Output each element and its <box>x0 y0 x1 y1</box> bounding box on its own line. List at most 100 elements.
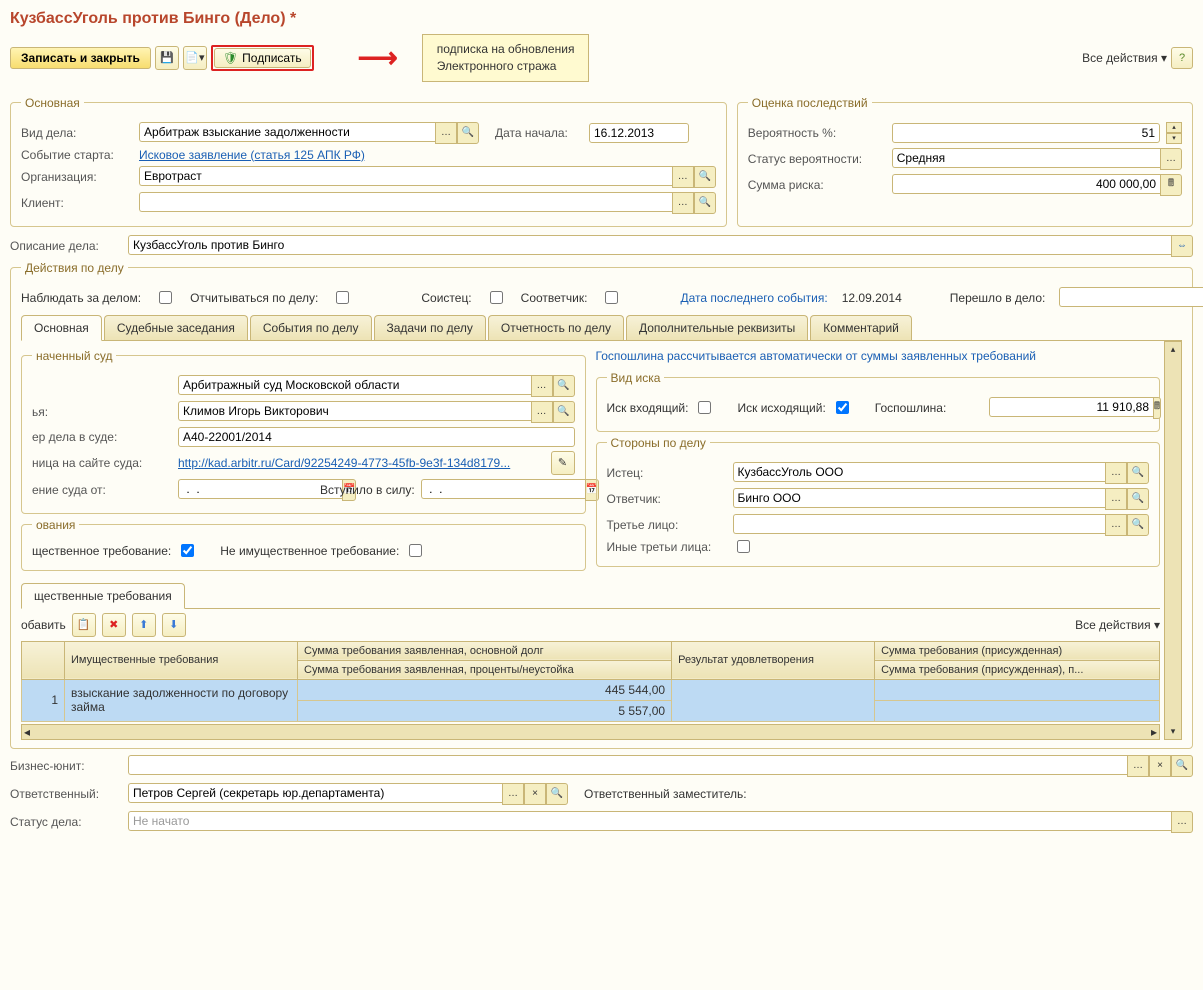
sign-button[interactable]: 🛡 Подписать <box>214 48 311 68</box>
all-actions-button[interactable]: Все действия ▾ <box>1082 51 1167 65</box>
ellipsis-icon[interactable]: … <box>672 166 694 188</box>
expand-icon[interactable]: ⇔ <box>1171 235 1193 257</box>
coplaintiff-checkbox[interactable] <box>490 291 503 304</box>
tab-events[interactable]: События по делу <box>250 315 372 340</box>
ellipsis-icon[interactable]: … <box>502 783 524 805</box>
search-icon[interactable]: 🔍 <box>694 192 716 214</box>
fee-input[interactable] <box>989 397 1153 417</box>
ellipsis-icon[interactable]: … <box>531 401 553 423</box>
delete-icon[interactable]: ✖ <box>102 613 126 637</box>
tab-comment[interactable]: Комментарий <box>810 315 912 340</box>
resp-input[interactable] <box>128 783 502 803</box>
search-icon[interactable]: 🔍 <box>694 166 716 188</box>
ellipsis-icon[interactable]: … <box>1105 488 1127 510</box>
tab-main[interactable]: Основная <box>21 315 102 341</box>
prob-spinner[interactable]: ▴▾ <box>1166 122 1182 144</box>
third-label: Третье лицо: <box>607 518 727 532</box>
decision-date-input[interactable] <box>178 479 342 499</box>
watch-checkbox[interactable] <box>159 291 172 304</box>
start-event-link[interactable]: Исковое заявление (статья 125 АПК РФ) <box>139 148 365 162</box>
outgoing-checkbox[interactable] <box>836 401 849 414</box>
defendant-input[interactable] <box>733 488 1106 508</box>
case-type-label: Вид дела: <box>21 126 133 140</box>
property-checkbox[interactable] <box>181 544 194 557</box>
other-third-checkbox[interactable] <box>737 540 750 553</box>
add-button[interactable]: обавить <box>21 618 66 632</box>
vertical-scrollbar[interactable]: ▴▾ <box>1164 341 1182 740</box>
search-icon[interactable]: 🔍 <box>553 401 575 423</box>
ellipsis-icon[interactable]: … <box>435 122 457 144</box>
defendant-label: Ответчик: <box>607 492 727 506</box>
court-page-link[interactable]: http://kad.arbitr.ru/Card/92254249-4773-… <box>178 456 545 470</box>
dropdown-icon[interactable]: 📄▾ <box>183 46 207 70</box>
col-sum-interest[interactable]: Сумма требования заявленная, проценты/не… <box>298 660 672 679</box>
judge-input[interactable] <box>178 401 531 421</box>
search-icon[interactable]: 🔍 <box>1171 755 1193 777</box>
ellipsis-icon[interactable]: … <box>1160 148 1182 170</box>
save-close-button[interactable]: Записать и закрыть <box>10 47 151 69</box>
prob-label: Вероятность %: <box>748 126 886 140</box>
ellipsis-icon[interactable]: … <box>1105 514 1127 536</box>
tooltip-line1: подписка на обновления <box>437 41 575 58</box>
annotation-arrow-icon: ⟶ <box>358 41 398 74</box>
calculator-icon[interactable]: 🖩 <box>1153 397 1161 419</box>
incoming-checkbox[interactable] <box>698 401 711 414</box>
table-row[interactable]: 1 взыскание задолженности по договору за… <box>22 679 1160 700</box>
move-down-icon[interactable]: ⬇ <box>162 613 186 637</box>
risk-status-input[interactable] <box>892 148 1160 168</box>
tab-tasks[interactable]: Задачи по делу <box>374 315 486 340</box>
ellipsis-icon[interactable]: … <box>1127 755 1149 777</box>
col-sum-principal[interactable]: Сумма требования заявленная, основной до… <box>298 641 672 660</box>
nonproperty-checkbox[interactable] <box>409 544 422 557</box>
search-icon[interactable]: 🔍 <box>546 783 568 805</box>
ellipsis-icon[interactable]: … <box>531 375 553 397</box>
table-all-actions-button[interactable]: Все действия ▾ <box>1075 618 1160 632</box>
status-input[interactable] <box>128 811 1171 831</box>
clear-icon[interactable]: × <box>1149 755 1171 777</box>
subtab-property-claims[interactable]: щественные требования <box>21 583 185 609</box>
desc-input[interactable] <box>128 235 1171 255</box>
start-date-input[interactable] <box>589 123 689 143</box>
clear-icon[interactable]: × <box>524 783 546 805</box>
tab-reporting[interactable]: Отчетность по делу <box>488 315 624 340</box>
client-input[interactable] <box>139 192 672 212</box>
horizontal-scrollbar[interactable]: ◂▸ <box>21 724 1160 740</box>
plaintiff-input[interactable] <box>733 462 1106 482</box>
search-icon[interactable]: 🔍 <box>553 375 575 397</box>
ellipsis-icon[interactable]: … <box>672 192 694 214</box>
last-event-label: Дата последнего события: <box>680 291 827 305</box>
codefendant-checkbox[interactable] <box>605 291 618 304</box>
court-name-input[interactable] <box>178 375 531 395</box>
save-icon[interactable]: 💾 <box>155 46 179 70</box>
help-icon[interactable]: ? <box>1171 47 1193 69</box>
ellipsis-icon[interactable]: … <box>1171 811 1193 833</box>
status-label: Статус дела: <box>10 815 122 829</box>
search-icon[interactable]: 🔍 <box>1127 462 1149 484</box>
prob-input[interactable] <box>892 123 1160 143</box>
inforce-date-input[interactable] <box>421 479 585 499</box>
col-result[interactable]: Результат удовлетворения <box>672 641 875 679</box>
tab-hearings[interactable]: Судебные заседания <box>104 315 248 340</box>
search-icon[interactable]: 🔍 <box>1127 488 1149 510</box>
report-checkbox[interactable] <box>336 291 349 304</box>
ellipsis-icon[interactable]: … <box>1105 462 1127 484</box>
risk-sum-input[interactable] <box>892 174 1160 194</box>
copy-icon[interactable]: 📋 <box>72 613 96 637</box>
third-input[interactable] <box>733 514 1106 534</box>
tab-extra[interactable]: Дополнительные реквизиты <box>626 315 808 340</box>
property-label: щественное требование: <box>32 544 171 558</box>
edit-icon[interactable]: ✎ <box>551 451 575 475</box>
search-icon[interactable]: 🔍 <box>1127 514 1149 536</box>
unit-input[interactable] <box>128 755 1127 775</box>
move-up-icon[interactable]: ⬆ <box>132 613 156 637</box>
col-awarded-2[interactable]: Сумма требования (присужденная), п... <box>875 660 1160 679</box>
col-claim[interactable]: Имущественные требования <box>65 641 298 679</box>
moved-input[interactable] <box>1059 287 1203 307</box>
org-input[interactable] <box>139 166 672 186</box>
search-icon[interactable]: 🔍 <box>457 122 479 144</box>
case-type-input[interactable] <box>139 122 435 142</box>
calculator-icon[interactable]: 🖩 <box>1160 174 1182 196</box>
parties-legend: Стороны по делу <box>607 436 710 450</box>
col-awarded[interactable]: Сумма требования (присужденная) <box>875 641 1160 660</box>
case-num-input[interactable] <box>178 427 575 447</box>
